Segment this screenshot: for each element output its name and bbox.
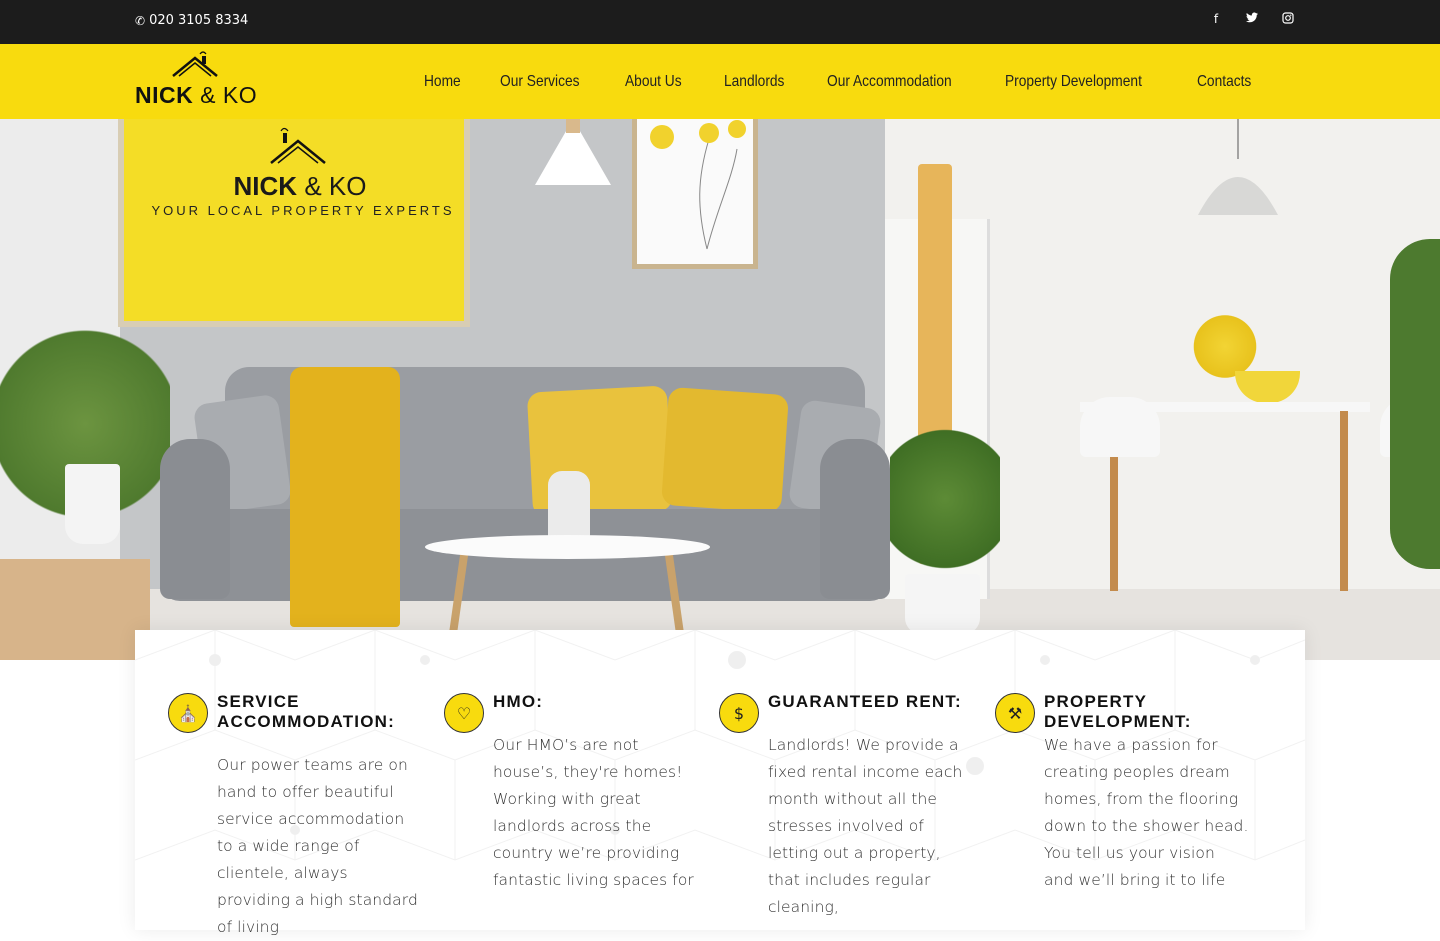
nav-landlords[interactable]: Landlords (724, 73, 784, 91)
nav-property-development[interactable]: Property Development (1005, 73, 1142, 91)
coffee-table (425, 535, 710, 559)
phone-contact[interactable]: ✆ 020 3105 8334 (135, 13, 248, 28)
feature-title: HMO: (493, 692, 544, 711)
poster-title: NICK & KO (233, 171, 367, 201)
yellow-throw (290, 367, 400, 627)
social-links: f (1209, 12, 1295, 27)
instagram-icon[interactable] (1281, 12, 1295, 27)
hero-image: NICK & KO YOUR LOCAL PROPERTY EXPERTS (0, 119, 1440, 660)
nav-home[interactable]: Home (424, 73, 461, 91)
plant (890, 399, 1000, 599)
nav-contacts[interactable]: Contacts (1197, 73, 1251, 91)
main-nav: Home Our Services About Us Landlords Our… (424, 73, 1294, 91)
feature-title: SERVICE ACCOMMODATION: (217, 692, 395, 731)
features-card: ⛪ SERVICE ACCOMMODATION: Our power teams… (135, 630, 1305, 936)
nav-our-services[interactable]: Our Services (500, 73, 580, 91)
feature-text: Our HMO’s are not house’s, they're homes… (493, 736, 694, 889)
feature-title: GUARANTEED RENT: (768, 692, 962, 711)
property-development-icon: ⚒ (995, 693, 1035, 733)
feature-text: Our power teams are on hand to offer bea… (217, 756, 418, 936)
phone-number: 020 3105 8334 (149, 13, 249, 28)
pendant-lamp (1198, 119, 1278, 215)
cabinet (0, 559, 150, 660)
guaranteed-rent-icon: $ (719, 693, 759, 733)
plant (1390, 239, 1440, 569)
nav-about-us[interactable]: About Us (625, 73, 682, 91)
logo-wordmark: NICK & KO (135, 82, 258, 108)
feature-text: We have a passion for creating peoples d… (1044, 736, 1249, 889)
house-roof-icon (172, 51, 218, 77)
flower-artwork (632, 119, 758, 269)
pendant-lamp (535, 119, 611, 185)
feature-title: PROPERTY DEVELOPMENT: (1044, 692, 1192, 731)
nav-our-accommodation[interactable]: Our Accommodation (827, 73, 952, 91)
site-logo[interactable]: NICK & KO (135, 50, 258, 108)
facebook-icon[interactable]: f (1209, 12, 1223, 27)
twitter-icon[interactable] (1245, 12, 1259, 27)
site-header: NICK & KO Home Our Services About Us Lan… (0, 44, 1440, 119)
dining-chair (1080, 397, 1160, 457)
hmo-icon: ♡ (444, 693, 484, 733)
house-roof-icon (270, 127, 326, 164)
vase (548, 471, 590, 543)
service-accommodation-icon: ⛪ (168, 693, 208, 733)
brand-poster: NICK & KO YOUR LOCAL PROPERTY EXPERTS (118, 119, 470, 327)
top-bar: ✆ 020 3105 8334 f (0, 0, 1440, 44)
feature-text: Landlords! We provide a fixed rental inc… (768, 736, 963, 916)
poster-tagline: YOUR LOCAL PROPERTY EXPERTS (151, 203, 455, 218)
phone-icon: ✆ (135, 13, 146, 28)
